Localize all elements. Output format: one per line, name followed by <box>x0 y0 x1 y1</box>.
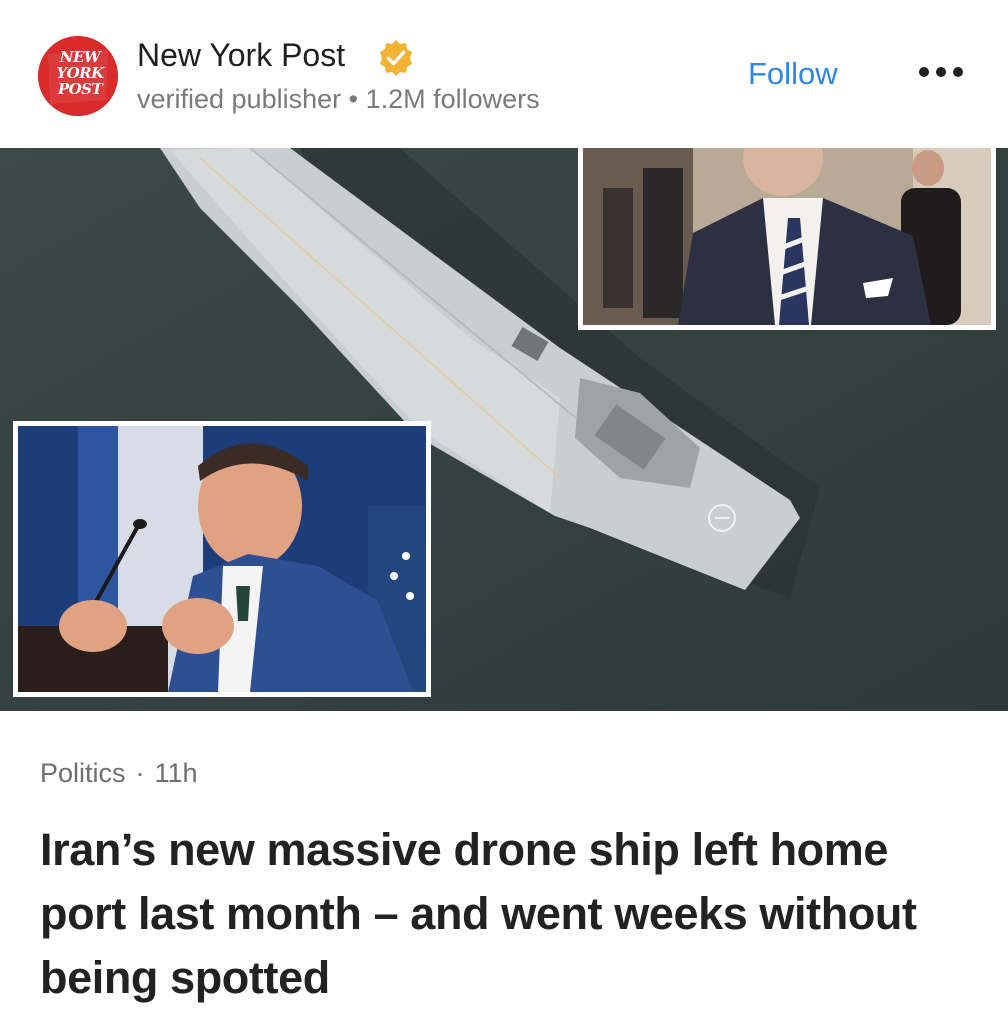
publisher-avatar[interactable]: NEW YORK POST <box>38 36 118 116</box>
post-header: NEW YORK POST New York Post verified publi… <box>0 0 1008 148</box>
article-meta: Politics · 11h <box>40 756 198 790</box>
follow-button[interactable]: Follow <box>748 54 838 94</box>
publisher-meta: verified publisher • 1.2M followers <box>137 82 540 116</box>
article-timestamp: 11h <box>154 758 198 788</box>
inset-photo-official <box>578 148 996 330</box>
official-photo-graphic <box>583 148 991 325</box>
verified-badge-icon <box>380 40 412 76</box>
article-category[interactable]: Politics <box>40 758 126 788</box>
article-hero-image[interactable] <box>0 148 1008 711</box>
more-horizontal-icon[interactable] <box>916 60 966 84</box>
publisher-name[interactable]: New York Post <box>137 36 345 74</box>
article-headline[interactable]: Iran’s new massive drone ship left home … <box>40 818 980 1010</box>
inset-photo-spokesman <box>13 421 431 697</box>
publisher-logo-text: NEW YORK POST <box>56 48 104 98</box>
follower-count: 1.2M followers <box>365 84 540 114</box>
spokesman-photo-graphic <box>18 426 426 692</box>
publisher-meta-label: verified publisher <box>137 84 342 114</box>
meta-separator: • <box>348 84 359 114</box>
meta-dot: · <box>135 758 145 788</box>
